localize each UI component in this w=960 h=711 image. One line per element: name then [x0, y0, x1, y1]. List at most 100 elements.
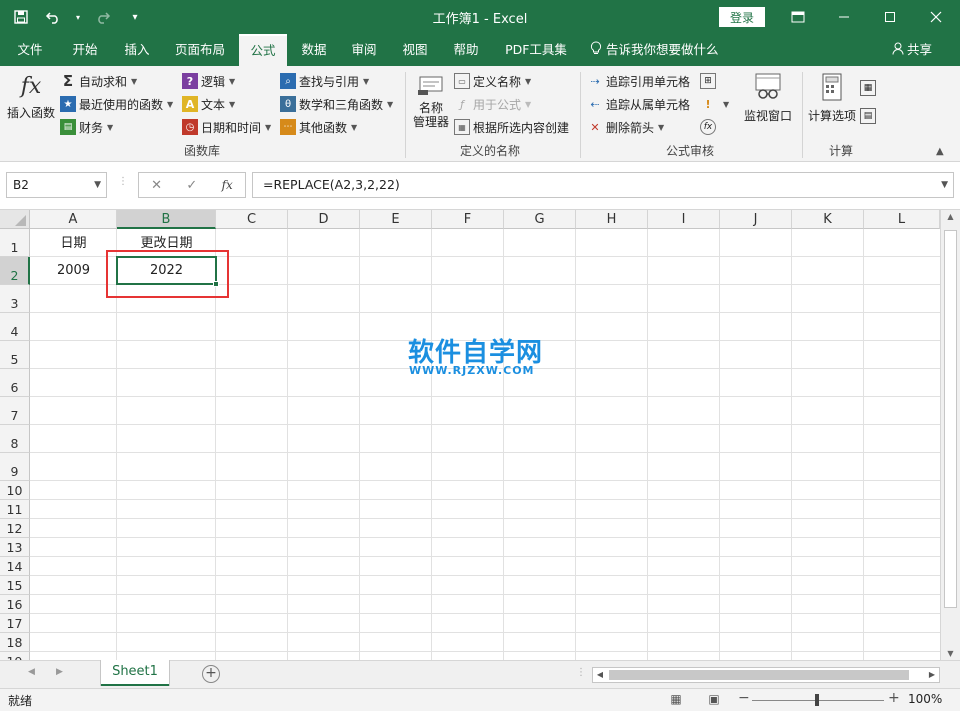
- column-header-b[interactable]: B: [117, 210, 216, 229]
- trace-precedents-button[interactable]: ⇢ 追踪引用单元格: [587, 71, 690, 91]
- evaluate-formula-button[interactable]: fx: [700, 117, 719, 137]
- splitter-handle-icon[interactable]: ⋮: [576, 667, 586, 678]
- scroll-down-icon[interactable]: ▼: [941, 649, 960, 658]
- tab-pdf-tools[interactable]: PDF工具集: [498, 34, 574, 66]
- expand-formula-bar-icon[interactable]: ▼: [941, 173, 948, 197]
- cell-b1[interactable]: 更改日期: [117, 232, 216, 251]
- column-header-f[interactable]: F: [432, 210, 504, 229]
- calculate-sheet-button[interactable]: ▤: [860, 106, 879, 126]
- horizontal-scroll-thumb[interactable]: [609, 670, 909, 680]
- datetime-button[interactable]: ◷ 日期和时间 ▼: [182, 117, 271, 137]
- create-from-selection-button[interactable]: ▦ 根据所选内容创建: [454, 117, 569, 137]
- math-button[interactable]: θ 数学和三角函数 ▼: [280, 94, 393, 114]
- column-header-d[interactable]: D: [288, 210, 360, 229]
- vertical-scrollbar[interactable]: ▲ ▼: [940, 210, 960, 660]
- row-header-9[interactable]: 9: [0, 453, 30, 481]
- insert-function-button[interactable]: fx 插入函数: [4, 72, 58, 121]
- column-header-j[interactable]: J: [720, 210, 792, 229]
- row-header-7[interactable]: 7: [0, 397, 30, 425]
- tab-formulas[interactable]: 公式: [239, 34, 287, 66]
- tab-home[interactable]: 开始: [62, 34, 108, 66]
- share-button[interactable]: 共享: [892, 34, 932, 66]
- close-icon[interactable]: [913, 0, 959, 34]
- sheet-tab-sheet1[interactable]: Sheet1: [101, 660, 169, 686]
- column-header-h[interactable]: H: [576, 210, 648, 229]
- drag-handle-icon[interactable]: ⋮: [118, 176, 128, 187]
- trace-dependents-button[interactable]: ⇠ 追踪从属单元格: [587, 94, 690, 114]
- chevron-down-icon[interactable]: ▼: [94, 173, 101, 197]
- error-checking-button[interactable]: ! ▼: [700, 94, 729, 114]
- name-box[interactable]: B2 ▼: [6, 172, 107, 198]
- formula-input[interactable]: =REPLACE(A2,3,2,22) ▼: [252, 172, 954, 198]
- row-header-11[interactable]: 11: [0, 500, 30, 519]
- row-header-1[interactable]: 1: [0, 229, 30, 257]
- row-header-12[interactable]: 12: [0, 519, 30, 538]
- row-header-14[interactable]: 14: [0, 557, 30, 576]
- ribbon-display-icon[interactable]: [775, 0, 821, 34]
- tab-help[interactable]: 帮助: [444, 34, 488, 66]
- row-header-16[interactable]: 16: [0, 595, 30, 614]
- watch-window-button[interactable]: 监视窗口: [740, 72, 796, 124]
- use-in-formula-button[interactable]: ƒ 用于公式 ▼: [454, 94, 531, 114]
- horizontal-scrollbar[interactable]: ◀ ▶: [592, 667, 940, 683]
- tab-insert[interactable]: 插入: [114, 34, 160, 66]
- add-sheet-icon[interactable]: +: [202, 665, 220, 683]
- worksheet-grid[interactable]: A B C D E F G H I J K L 1 2 3 4 5 6 7 8 …: [0, 210, 960, 660]
- show-formulas-button[interactable]: ⊞: [700, 71, 719, 91]
- calculate-now-button[interactable]: ▦: [860, 78, 879, 98]
- scroll-right-icon[interactable]: ▶: [925, 668, 939, 682]
- vertical-scroll-thumb[interactable]: [944, 230, 957, 608]
- scroll-up-icon[interactable]: ▲: [941, 212, 960, 221]
- cell-a2[interactable]: 2009: [30, 263, 117, 278]
- remove-arrows-button[interactable]: ✕ 删除箭头 ▼: [587, 117, 664, 137]
- row-header-18[interactable]: 18: [0, 633, 30, 652]
- row-header-19[interactable]: 19: [0, 652, 30, 660]
- text-button[interactable]: A 文本 ▼: [182, 94, 235, 114]
- zoom-slider-knob[interactable]: [815, 694, 819, 706]
- calculation-options-button[interactable]: 计算选项: [806, 72, 858, 124]
- lookup-button[interactable]: ⌕ 查找与引用 ▼: [280, 71, 369, 91]
- maximize-icon[interactable]: [867, 0, 913, 34]
- column-header-e[interactable]: E: [360, 210, 432, 229]
- insert-function-icon[interactable]: fx: [222, 178, 233, 192]
- name-manager-button[interactable]: 名称 管理器: [410, 74, 452, 129]
- column-header-c[interactable]: C: [216, 210, 288, 229]
- select-all-corner[interactable]: [0, 210, 30, 229]
- financial-button[interactable]: ▤ 财务 ▼: [60, 117, 113, 137]
- row-header-2[interactable]: 2: [0, 257, 30, 285]
- page-layout-view-icon[interactable]: ▣: [706, 692, 722, 708]
- row-header-13[interactable]: 13: [0, 538, 30, 557]
- define-name-button[interactable]: ▭ 定义名称 ▼: [454, 71, 531, 91]
- zoom-level[interactable]: 100%: [908, 692, 942, 706]
- zoom-in-icon[interactable]: +: [888, 690, 900, 706]
- minimize-icon[interactable]: [821, 0, 867, 34]
- tab-file[interactable]: 文件: [8, 34, 52, 66]
- row-header-6[interactable]: 6: [0, 369, 30, 397]
- normal-view-icon[interactable]: ▦: [668, 692, 684, 708]
- more-functions-button[interactable]: ⋯ 其他函数 ▼: [280, 117, 357, 137]
- logical-button[interactable]: ? 逻辑 ▼: [182, 71, 235, 91]
- enter-icon[interactable]: ✓: [186, 178, 197, 193]
- scroll-left-icon[interactable]: ◀: [593, 668, 607, 682]
- tab-page-layout[interactable]: 页面布局: [168, 34, 232, 66]
- cancel-icon[interactable]: ✕: [151, 178, 162, 193]
- column-header-k[interactable]: K: [792, 210, 864, 229]
- prev-sheet-icon[interactable]: ◀: [28, 667, 35, 677]
- row-header-4[interactable]: 4: [0, 313, 30, 341]
- zoom-out-icon[interactable]: −: [738, 690, 750, 706]
- recent-functions-button[interactable]: ★ 最近使用的函数 ▼: [60, 94, 173, 114]
- row-header-17[interactable]: 17: [0, 614, 30, 633]
- row-header-5[interactable]: 5: [0, 341, 30, 369]
- autosum-button[interactable]: Σ 自动求和 ▼: [60, 71, 137, 91]
- collapse-ribbon-icon[interactable]: ▲: [936, 146, 944, 157]
- tab-view[interactable]: 视图: [393, 34, 437, 66]
- column-header-i[interactable]: I: [648, 210, 720, 229]
- column-header-a[interactable]: A: [30, 210, 117, 229]
- column-header-g[interactable]: G: [504, 210, 576, 229]
- cell-a1[interactable]: 日期: [30, 232, 117, 251]
- tab-data[interactable]: 数据: [292, 34, 336, 66]
- tell-me-box[interactable]: 告诉我你想要做什么: [590, 34, 719, 66]
- row-header-10[interactable]: 10: [0, 481, 30, 500]
- next-sheet-icon[interactable]: ▶: [56, 667, 63, 677]
- column-header-l[interactable]: L: [864, 210, 940, 229]
